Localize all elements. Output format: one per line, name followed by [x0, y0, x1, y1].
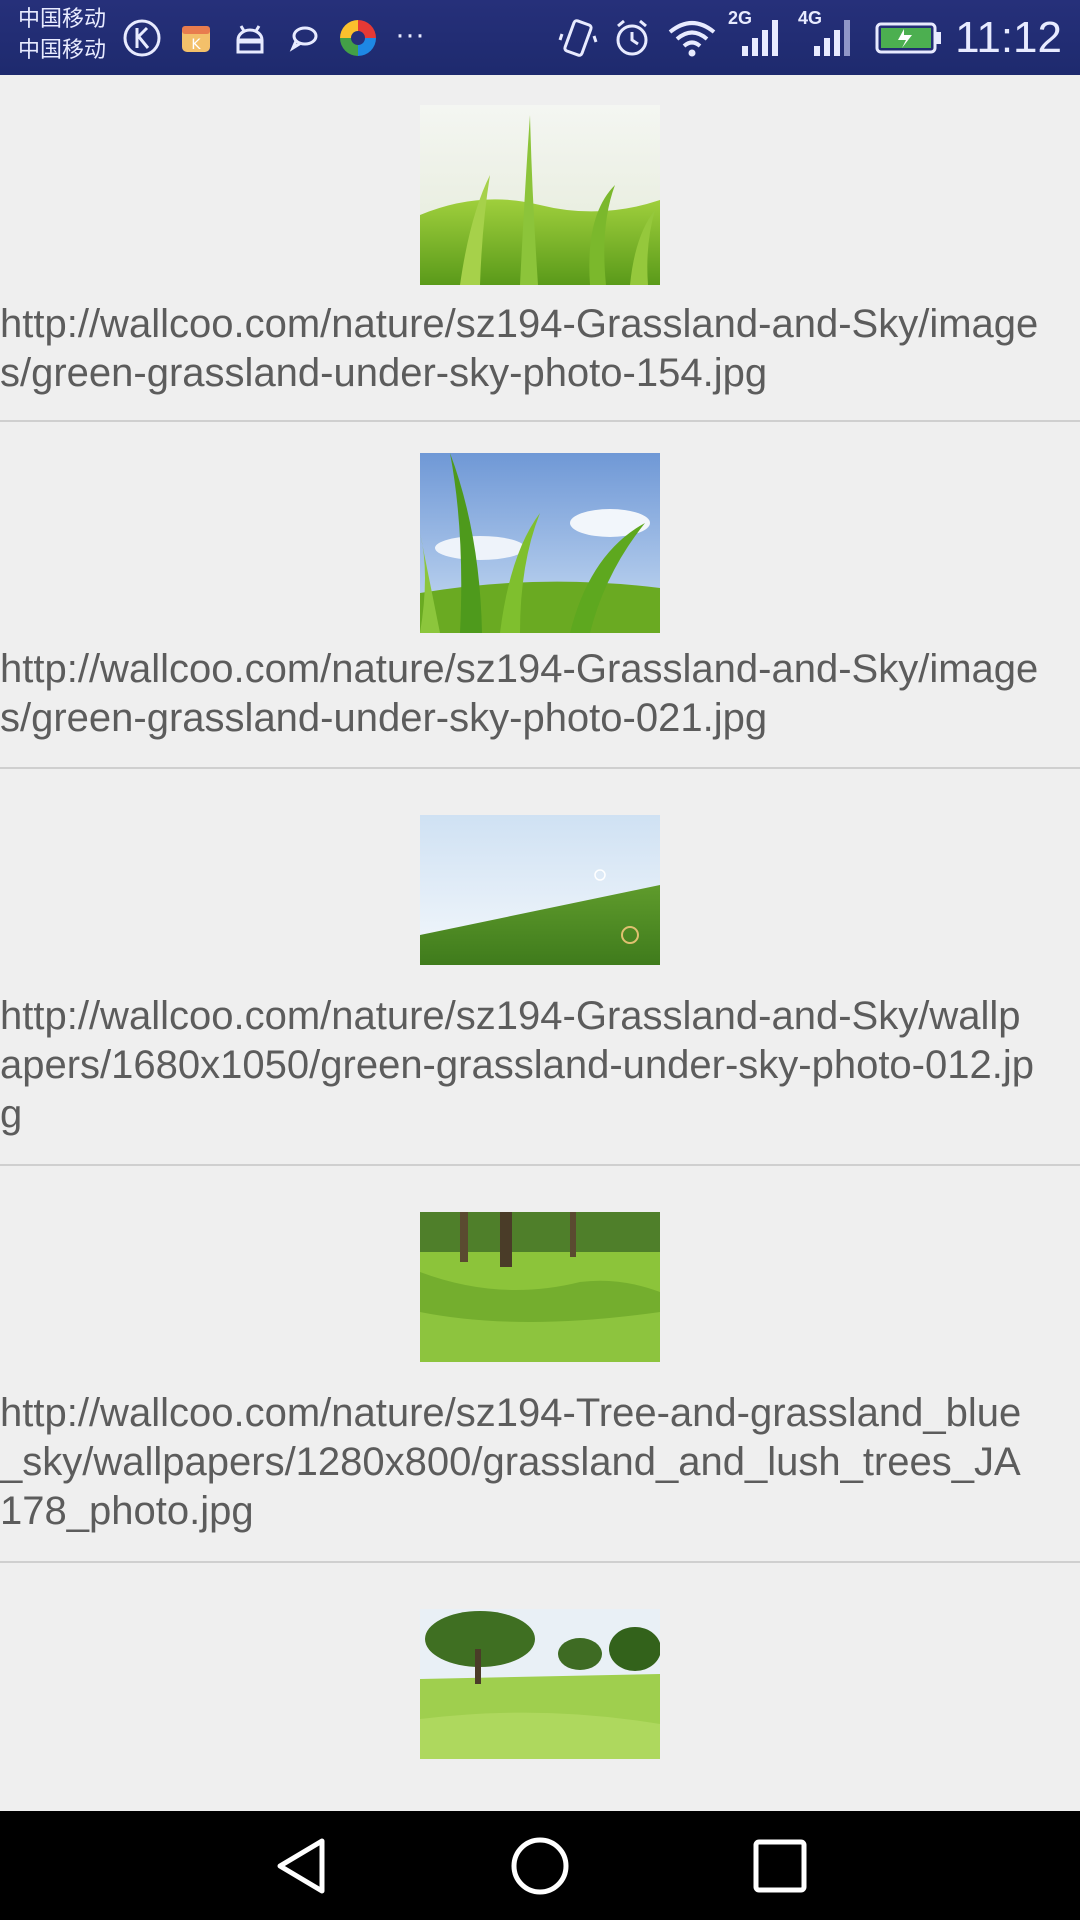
- more-notifications-icon: ···: [395, 18, 425, 51]
- status-bar: 中国移动 中国移动 K ··· 2G 4G 11:12: [0, 0, 1080, 75]
- vibrate-icon: [558, 19, 598, 57]
- image-url-list[interactable]: http://wallcoo.com/nature/sz194-Grasslan…: [0, 75, 1080, 1811]
- k-icon: [123, 19, 161, 57]
- home-circle-icon[interactable]: [500, 1831, 580, 1901]
- recents-square-icon[interactable]: [740, 1831, 820, 1901]
- grass-closeup-thumbnail: [420, 105, 660, 285]
- wifi-icon: [668, 21, 716, 57]
- grass-tree-shade-thumbnail: [420, 1212, 660, 1362]
- grass-hill-sky-thumbnail: [420, 815, 660, 965]
- carrier-label-2: 中国移动: [18, 38, 107, 63]
- image-url-text: http://wallcoo.com/nature/sz194-Tree-and…: [0, 1391, 1022, 1533]
- svg-text:K: K: [191, 37, 201, 53]
- back-triangle-icon[interactable]: [260, 1831, 340, 1901]
- image-url-text: http://wallcoo.com/nature/sz194-Grasslan…: [0, 994, 1034, 1136]
- grass-blades-sky-thumbnail: [420, 453, 660, 633]
- alarm-icon: [616, 19, 648, 56]
- clock-time: 11:12: [955, 13, 1062, 62]
- colorful-browser-icon: [340, 20, 376, 56]
- image-url-text: http://wallcoo.com/nature/sz194-Grasslan…: [0, 302, 1039, 395]
- carrier-info: 中国移动 中国移动: [18, 4, 118, 66]
- list-item[interactable]: http://wallcoo.com/nature/sz194-Grasslan…: [0, 420, 1080, 769]
- app-store-icon: K: [182, 26, 210, 53]
- trees-meadow-thumbnail: [420, 1609, 660, 1759]
- list-item[interactable]: http://wallcoo.com/nature/sz194-Tree-and…: [0, 1164, 1080, 1563]
- android-icon: [236, 25, 264, 54]
- list-item[interactable]: http://wallcoo.com/nature/sz194-Grasslan…: [0, 75, 1080, 422]
- navigation-bar: [0, 1811, 1080, 1920]
- signal-4g-icon: [814, 20, 850, 56]
- chat-bubble-icon: [289, 26, 318, 52]
- battery-charging-icon: [875, 22, 941, 54]
- list-item[interactable]: [0, 1561, 1080, 1811]
- carrier-label-1: 中国移动: [18, 7, 107, 32]
- signal-2g-icon: [742, 20, 778, 56]
- image-url-text: http://wallcoo.com/nature/sz194-Grasslan…: [0, 647, 1039, 740]
- list-item[interactable]: http://wallcoo.com/nature/sz194-Grasslan…: [0, 767, 1080, 1166]
